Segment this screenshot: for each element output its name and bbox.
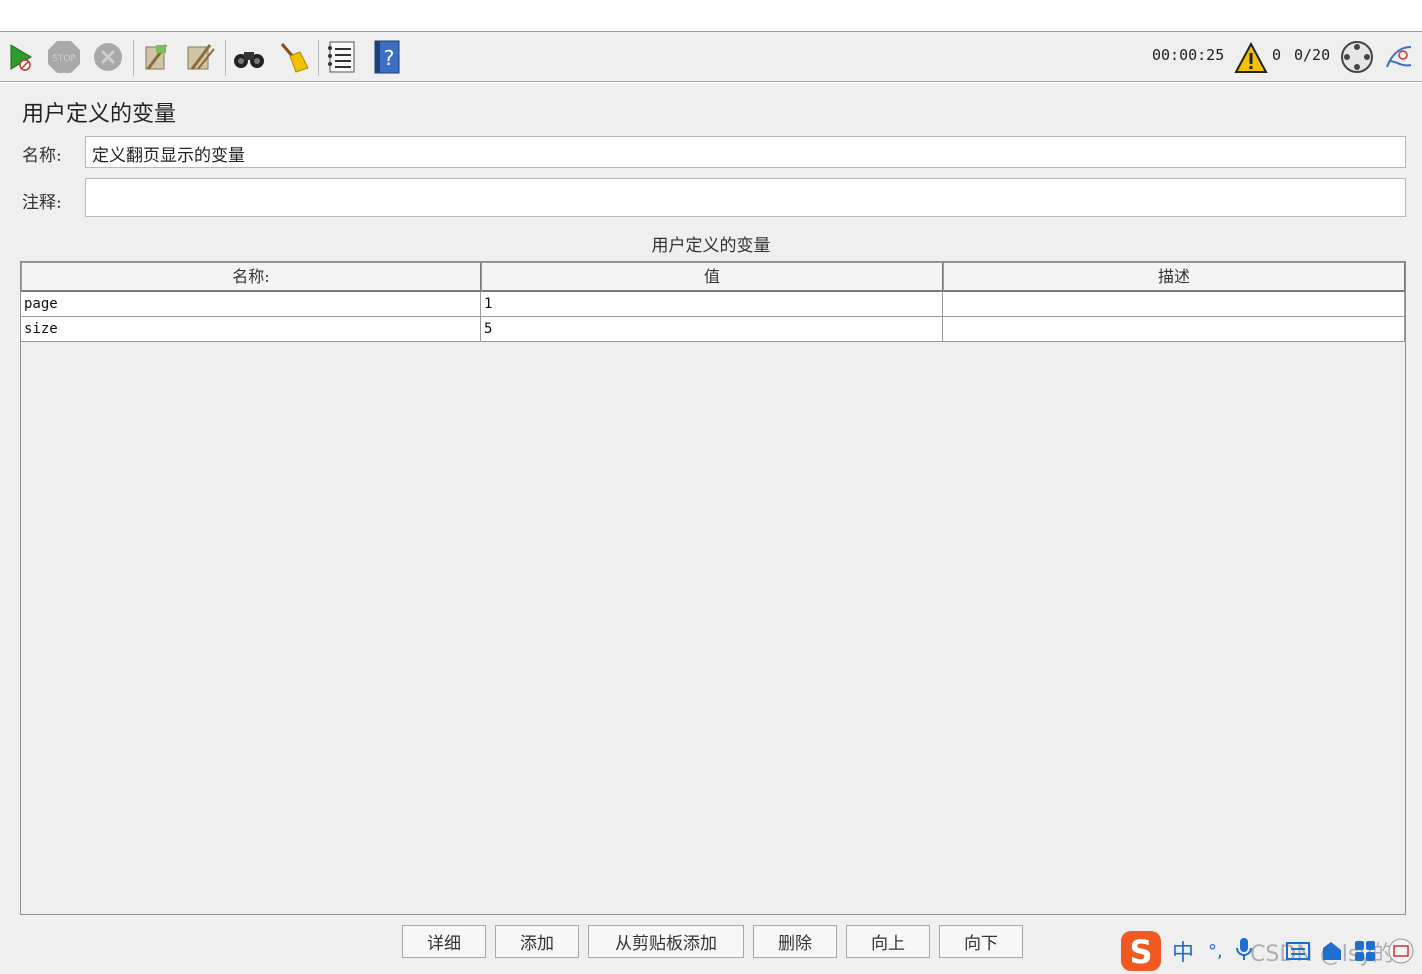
comment-field[interactable] [85, 178, 1406, 217]
detail-button[interactable]: 详细 [402, 925, 486, 958]
table-row[interactable]: page 1 [21, 292, 1405, 317]
column-header-description[interactable]: 描述 [943, 262, 1405, 292]
toolbar-separator [318, 40, 319, 76]
shutdown-icon[interactable] [90, 39, 126, 75]
warning-count: 0 [1272, 46, 1282, 64]
cell-value[interactable]: 1 [481, 292, 943, 317]
warning-icon[interactable] [1233, 40, 1269, 76]
toolbox-icon[interactable] [1354, 940, 1376, 966]
cell-value[interactable]: 5 [481, 317, 943, 342]
remote-status-icon [1339, 39, 1375, 75]
window-top-bar [0, 0, 1422, 32]
cell-description[interactable] [943, 292, 1405, 317]
add-from-clipboard-button[interactable]: 从剪贴板添加 [588, 925, 744, 958]
table-row[interactable]: size 5 [21, 317, 1405, 342]
cell-description[interactable] [943, 317, 1405, 342]
add-button[interactable]: 添加 [495, 925, 579, 958]
page-title: 用户定义的变量 [22, 102, 177, 127]
stop-icon[interactable]: STOP [46, 39, 82, 75]
name-label: 名称: [22, 146, 62, 166]
skin-icon[interactable] [1320, 940, 1344, 966]
help-icon[interactable]: ? [368, 39, 404, 75]
clear-icon[interactable] [138, 39, 174, 75]
thread-count: 0/20 [1294, 46, 1331, 64]
ime-punctuation[interactable]: °, [1208, 941, 1223, 962]
cell-name[interactable]: size [21, 317, 481, 342]
function-list-icon[interactable] [323, 39, 359, 75]
delete-button[interactable]: 删除 [753, 925, 837, 958]
elapsed-time: 00:00:25 [1152, 46, 1225, 64]
ime-menu-icon[interactable] [1386, 938, 1416, 968]
column-header-name[interactable]: 名称: [21, 262, 481, 292]
ime-toolbar: S 中 °, CSDN @lsy的 [1118, 928, 1422, 974]
toolbar: STOP ? 00:00:25 0 0/20 [0, 32, 1422, 82]
svg-text:S: S [1129, 933, 1152, 971]
user-defined-variables-panel: 用户定义的变量 名称: 定义翻页显示的变量 注释: 用户定义的变量 名称: 值 … [0, 83, 1422, 974]
variables-table[interactable]: 名称: 值 描述 page 1 size 5 [20, 261, 1406, 915]
column-header-value[interactable]: 值 [481, 262, 943, 292]
start-run-icon[interactable] [2, 39, 38, 75]
move-up-button[interactable]: 向上 [846, 925, 930, 958]
reset-broom-icon[interactable] [275, 39, 311, 75]
cell-name[interactable]: page [21, 292, 481, 317]
svg-text:?: ? [384, 46, 395, 70]
toolbar-separator [133, 40, 134, 76]
search-binoculars-icon[interactable] [231, 39, 267, 75]
clear-all-icon[interactable] [182, 39, 218, 75]
comment-label: 注释: [22, 193, 62, 213]
table-caption: 用户定义的变量 [651, 236, 771, 256]
ime-mode[interactable]: 中 [1172, 935, 1194, 967]
move-down-button[interactable]: 向下 [939, 925, 1023, 958]
sogou-logo-icon[interactable]: S [1118, 929, 1166, 973]
name-field[interactable]: 定义翻页显示的变量 [85, 136, 1406, 168]
table-header: 名称: 值 描述 [21, 262, 1405, 292]
svg-text:STOP: STOP [52, 54, 76, 64]
toolbar-separator [225, 40, 226, 76]
keyboard-icon[interactable] [1286, 940, 1310, 966]
log-viewer-icon[interactable] [1381, 39, 1417, 75]
